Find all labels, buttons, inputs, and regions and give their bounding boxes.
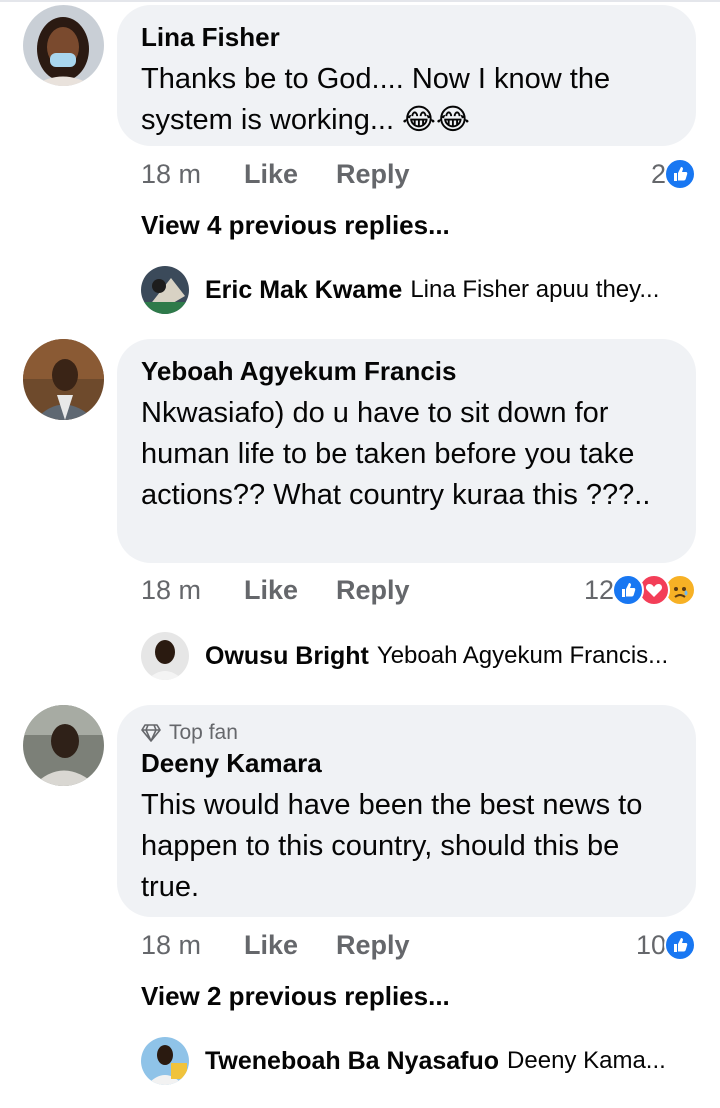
reply-button[interactable]: Reply: [336, 570, 410, 610]
view-previous-replies[interactable]: View 4 previous replies...: [141, 208, 450, 242]
latest-reply-row[interactable]: Tweneboah Ba Nyasafuo Deeny Kama...: [141, 1036, 701, 1086]
reply-author[interactable]: Eric Mak Kwame: [205, 276, 402, 305]
reaction-summary[interactable]: 2: [651, 154, 696, 194]
reply-button[interactable]: Reply: [336, 154, 410, 194]
comment-actions: 18 m Like Reply 2: [141, 154, 701, 194]
top-divider: [0, 0, 720, 2]
comment-actions: 18 m Like Reply 12: [141, 570, 701, 610]
avatar-deeny-kamara[interactable]: [23, 705, 104, 786]
top-fan-badge: Top fan: [141, 719, 676, 747]
comment-bubble: Top fan Deeny Kamara This would have bee…: [117, 705, 696, 917]
reaction-count: 10: [635, 929, 666, 960]
comment-timestamp[interactable]: 18 m: [141, 154, 201, 194]
avatar-owusu-bright[interactable]: [141, 632, 189, 680]
comment-timestamp[interactable]: 18 m: [141, 570, 201, 610]
like-icon: [612, 574, 644, 606]
reply-button[interactable]: Reply: [336, 925, 410, 965]
comment-author[interactable]: Yeboah Agyekum Francis: [141, 355, 676, 387]
comment-bubble: Lina Fisher Thanks be to God.... Now I k…: [117, 5, 696, 146]
reply-author[interactable]: Owusu Bright: [205, 642, 369, 671]
comment-text: Thanks be to God.... Now I know the syst…: [141, 63, 611, 136]
reply-author[interactable]: Tweneboah Ba Nyasafuo: [205, 1047, 499, 1076]
reply-preview: Deeny Kama...: [507, 1047, 666, 1074]
latest-reply-row[interactable]: Eric Mak Kwame Lina Fisher apuu they...: [141, 265, 701, 315]
reaction-summary[interactable]: 10: [636, 925, 696, 965]
latest-reply-row[interactable]: Owusu Bright Yeboah Agyekum Francis...: [141, 631, 701, 681]
comment-actions: 18 m Like Reply 10: [141, 925, 701, 965]
reply-preview: Yeboah Agyekum Francis...: [376, 642, 669, 669]
comment-author[interactable]: Deeny Kamara: [141, 747, 676, 779]
like-button[interactable]: Like: [244, 925, 298, 965]
comment-author[interactable]: Lina Fisher: [141, 21, 676, 53]
avatar-yeboah-agyekum-francis[interactable]: [23, 339, 104, 420]
like-icon: [664, 929, 696, 961]
avatar-eric-mak-kwame[interactable]: [141, 266, 189, 314]
avatar-lina-fisher[interactable]: [23, 5, 104, 86]
top-fan-label: Top fan: [169, 721, 238, 744]
like-button[interactable]: Like: [244, 154, 298, 194]
comment-timestamp[interactable]: 18 m: [141, 925, 201, 965]
comment-text: Nkwasiafo) do u have to sit down for hum…: [141, 397, 651, 511]
reply-preview: Lina Fisher apuu they...: [410, 276, 660, 303]
diamond-icon: [141, 724, 161, 742]
avatar-tweneboah-ba-nyasafuo[interactable]: [141, 1037, 189, 1085]
like-button[interactable]: Like: [244, 570, 298, 610]
view-previous-replies[interactable]: View 2 previous replies...: [141, 979, 450, 1013]
comment-text: This would have been the best news to ha…: [141, 789, 643, 903]
reaction-summary[interactable]: 12: [584, 570, 696, 610]
like-icon: [664, 158, 696, 190]
reaction-count: 12: [583, 574, 614, 605]
comment-bubble: Yeboah Agyekum Francis Nkwasiafo) do u h…: [117, 339, 696, 563]
